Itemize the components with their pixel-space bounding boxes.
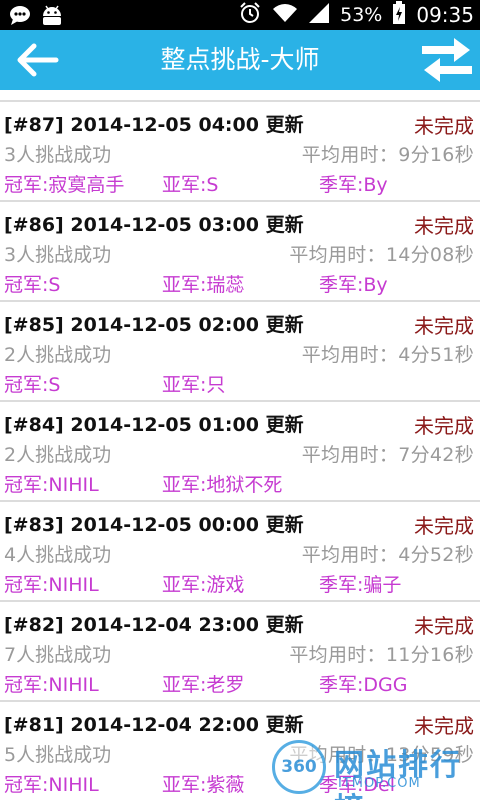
champion-label: 冠军:NIHIL bbox=[4, 474, 99, 496]
success-count: 3人挑战成功 bbox=[4, 244, 112, 266]
average-time: 平均用时：11分16秒 bbox=[289, 644, 474, 666]
list-item[interactable]: [#85] 2014-12-05 02:00 更新 未完成 2人挑战成功 平均用… bbox=[0, 302, 480, 402]
third-place-label: 季军:DGG bbox=[319, 674, 408, 696]
status-badge: 未完成 bbox=[414, 414, 474, 438]
record-header: [#84] 2014-12-05 01:00 更新 bbox=[4, 414, 304, 436]
app-bar: 整点挑战-大师 bbox=[0, 30, 480, 90]
average-time: 平均用时：4分51秒 bbox=[301, 344, 474, 366]
champion-label: 冠军:NIHIL bbox=[4, 574, 99, 596]
list-item[interactable]: [#84] 2014-12-05 01:00 更新 未完成 2人挑战成功 平均用… bbox=[0, 402, 480, 502]
wifi-icon bbox=[272, 2, 298, 29]
success-count: 5人挑战成功 bbox=[4, 744, 112, 766]
average-time: 平均用时：13分59秒 bbox=[289, 744, 474, 766]
partial-list-item bbox=[0, 90, 480, 102]
swap-arrows-icon bbox=[422, 38, 472, 82]
android-icon bbox=[40, 4, 64, 30]
third-place-label: 季军:By bbox=[319, 174, 388, 196]
page-title: 整点挑战-大师 bbox=[160, 45, 320, 74]
list-item[interactable]: [#81] 2014-12-04 22:00 更新 未完成 5人挑战成功 平均用… bbox=[0, 702, 480, 800]
runner-up-label: 亚军:地狱不死 bbox=[162, 474, 283, 496]
status-badge: 未完成 bbox=[414, 514, 474, 538]
third-place-label: 季军:Del bbox=[319, 774, 396, 796]
battery-percent: 53% bbox=[340, 4, 383, 26]
champion-label: 冠军:S bbox=[4, 274, 61, 296]
switch-mode-button[interactable] bbox=[420, 36, 474, 84]
champion-label: 冠军:NIHIL bbox=[4, 774, 99, 796]
list-item[interactable]: [#83] 2014-12-05 00:00 更新 未完成 4人挑战成功 平均用… bbox=[0, 502, 480, 602]
status-badge: 未完成 bbox=[414, 614, 474, 638]
success-count: 4人挑战成功 bbox=[4, 544, 112, 566]
list-item[interactable]: [#87] 2014-12-05 04:00 更新 未完成 3人挑战成功 平均用… bbox=[0, 102, 480, 202]
success-count: 2人挑战成功 bbox=[4, 444, 112, 466]
clock: 09:35 bbox=[416, 3, 474, 27]
average-time: 平均用时：9分16秒 bbox=[301, 144, 474, 166]
status-badge: 未完成 bbox=[414, 714, 474, 738]
battery-charging-icon bbox=[392, 0, 406, 30]
record-header: [#82] 2014-12-04 23:00 更新 bbox=[4, 614, 304, 636]
status-badge: 未完成 bbox=[414, 214, 474, 238]
runner-up-label: 亚军:只 bbox=[162, 374, 226, 396]
success-count: 3人挑战成功 bbox=[4, 144, 112, 166]
runner-up-label: 亚军:S bbox=[162, 174, 219, 196]
chat-bubble-icon bbox=[8, 4, 32, 30]
success-count: 7人挑战成功 bbox=[4, 644, 112, 666]
signal-icon bbox=[308, 2, 330, 29]
record-header: [#87] 2014-12-05 04:00 更新 bbox=[4, 114, 304, 136]
success-count: 2人挑战成功 bbox=[4, 344, 112, 366]
average-time: 平均用时：7分42秒 bbox=[301, 444, 474, 466]
list-item[interactable]: [#86] 2014-12-05 03:00 更新 未完成 3人挑战成功 平均用… bbox=[0, 202, 480, 302]
record-header: [#83] 2014-12-05 00:00 更新 bbox=[4, 514, 304, 536]
challenge-list[interactable]: [#87] 2014-12-05 04:00 更新 未完成 3人挑战成功 平均用… bbox=[0, 90, 480, 800]
runner-up-label: 亚军:瑞蕊 bbox=[162, 274, 245, 296]
third-place-label: 季军:骗子 bbox=[319, 574, 402, 596]
runner-up-label: 亚军:老罗 bbox=[162, 674, 245, 696]
list-item[interactable]: [#82] 2014-12-04 23:00 更新 未完成 7人挑战成功 平均用… bbox=[0, 602, 480, 702]
champion-label: 冠军:S bbox=[4, 374, 61, 396]
champion-label: 冠军:寂寞高手 bbox=[4, 174, 125, 196]
status-badge: 未完成 bbox=[414, 114, 474, 138]
runner-up-label: 亚军:游戏 bbox=[162, 574, 245, 596]
third-place-label: 季军:By bbox=[319, 274, 388, 296]
status-bar: 53% 09:35 bbox=[0, 0, 480, 30]
alarm-icon bbox=[238, 1, 262, 30]
average-time: 平均用时：14分08秒 bbox=[289, 244, 474, 266]
record-header: [#81] 2014-12-04 22:00 更新 bbox=[4, 714, 304, 736]
runner-up-label: 亚军:紫薇 bbox=[162, 774, 245, 796]
record-header: [#85] 2014-12-05 02:00 更新 bbox=[4, 314, 304, 336]
champion-label: 冠军:NIHIL bbox=[4, 674, 99, 696]
average-time: 平均用时：4分52秒 bbox=[301, 544, 474, 566]
record-header: [#86] 2014-12-05 03:00 更新 bbox=[4, 214, 304, 236]
status-badge: 未完成 bbox=[414, 314, 474, 338]
